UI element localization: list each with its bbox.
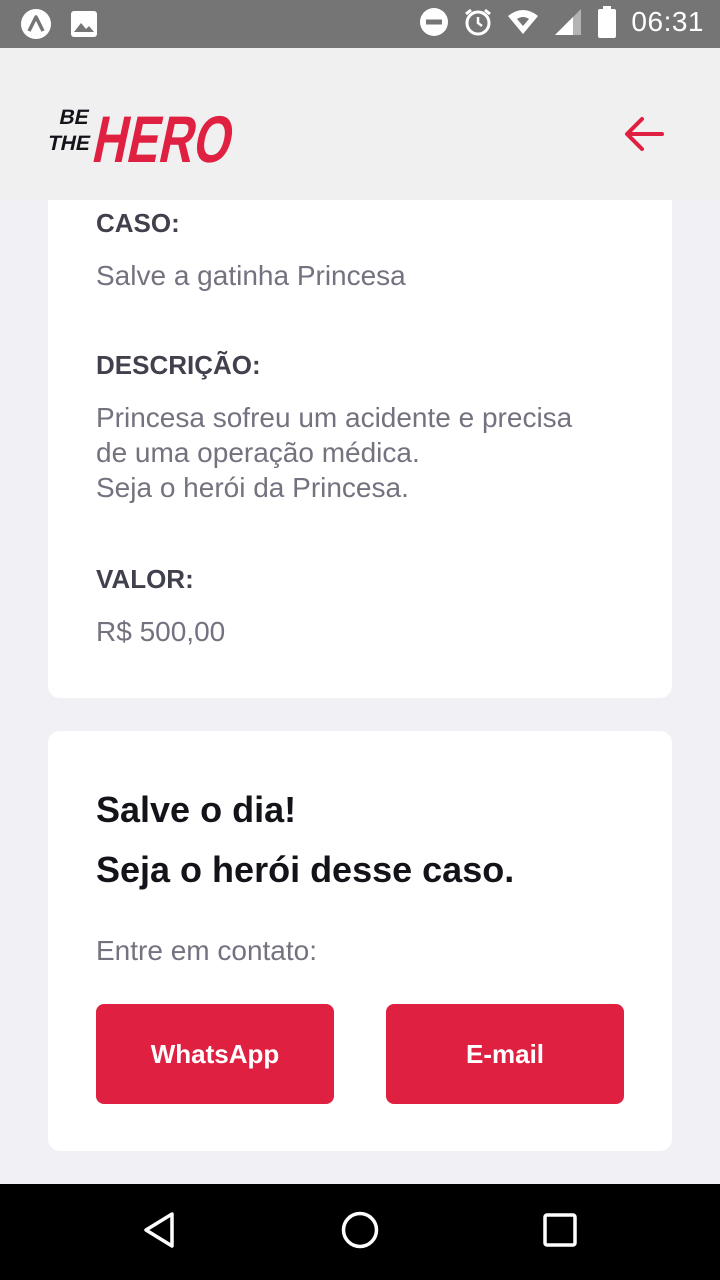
svg-text:THE: THE	[48, 132, 93, 155]
nav-recents-button[interactable]	[536, 1208, 584, 1256]
value-label: VALOR:	[96, 564, 194, 594]
nav-home-button[interactable]	[336, 1208, 384, 1256]
arrow-left-icon	[624, 116, 664, 157]
status-bar: 06:31	[0, 0, 720, 48]
value-value: R$ 500,00	[96, 616, 226, 647]
case-value: Salve a gatinha Princesa	[96, 260, 406, 291]
description-label: DESCRIÇÃO:	[96, 350, 261, 380]
contact-description: Entre em contato:	[96, 935, 318, 966]
square-recents-icon	[542, 1212, 578, 1253]
battery-icon	[597, 6, 617, 38]
app-a-icon	[20, 8, 52, 40]
nav-back-button[interactable]	[136, 1208, 184, 1256]
triangle-back-icon	[140, 1210, 180, 1255]
alarm-icon	[463, 7, 493, 37]
whatsapp-button[interactable]: WhatsApp	[96, 1004, 334, 1104]
email-button[interactable]: E-mail	[386, 1004, 624, 1104]
incident-card: CASO: Salve a gatinha Princesa DESCRIÇÃO…	[48, 200, 672, 698]
contact-title-line1: Salve o dia!	[96, 789, 297, 830]
svg-text:BE: BE	[57, 106, 91, 129]
header: BE THE HERO	[0, 48, 720, 200]
contact-title-line2: Seja o herói desse caso.	[96, 849, 515, 890]
case-label: CASO:	[96, 208, 180, 238]
signal-icon	[553, 7, 583, 37]
circle-home-icon	[340, 1210, 380, 1255]
back-button[interactable]	[616, 108, 672, 164]
do-not-disturb-icon	[419, 7, 449, 37]
contact-card: Salve o dia! Seja o herói desse caso. En…	[48, 731, 672, 1151]
wifi-icon	[507, 8, 539, 36]
description-value: Princesa sofreu um acidente e precisa de…	[96, 402, 573, 503]
image-icon	[70, 10, 98, 38]
svg-text:HERO: HERO	[87, 104, 240, 172]
navigation-bar	[0, 1184, 720, 1280]
be-the-hero-logo: BE THE HERO	[46, 88, 241, 177]
status-time: 06:31	[631, 6, 704, 37]
